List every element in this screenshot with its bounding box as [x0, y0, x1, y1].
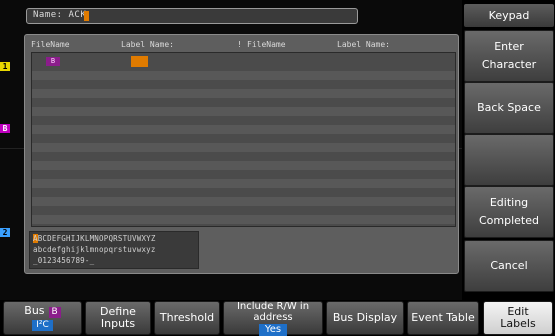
bus-display-button[interactable]: Bus Display	[326, 301, 404, 335]
bus-label: Bus	[24, 304, 45, 317]
event-table-label: Event Table	[411, 311, 475, 324]
label-name-header-2: Label Name:	[337, 40, 390, 49]
bus-display-label: Bus Display	[332, 311, 398, 324]
selected-label-cell[interactable]	[131, 56, 148, 67]
editing-completed-button[interactable]: Editing Completed	[464, 186, 554, 238]
back-space-button[interactable]: Back Space	[464, 82, 554, 134]
list-row	[32, 197, 455, 206]
label-editor-panel: FileName Label Name: ! FileName Label Na…	[24, 34, 459, 274]
list-row	[32, 125, 455, 134]
threshold-label: Threshold	[159, 311, 215, 324]
filename-header-1: FileName	[31, 40, 70, 49]
bus-type-badge: I²C	[32, 320, 53, 331]
scope-screen: 1 B 2 Name: ACK FileName Label Name: ! F…	[0, 0, 462, 300]
bottom-menu: Bus B I²C Define Inputs Threshold Include…	[0, 300, 555, 336]
list-row	[32, 71, 455, 80]
include-rw-label: Include R/W in address	[236, 300, 310, 323]
list-row	[32, 107, 455, 116]
list-row	[32, 143, 455, 152]
event-table-button[interactable]: Event Table	[407, 301, 479, 335]
bus-b-marker: B	[0, 124, 10, 133]
bus-value-badge: B	[48, 307, 61, 318]
label-list[interactable]: B	[31, 52, 456, 227]
include-rw-button[interactable]: Include R/W in address Yes	[223, 300, 323, 336]
column-separator: !	[237, 40, 242, 49]
list-row	[32, 161, 455, 170]
cancel-button[interactable]: Cancel	[464, 240, 554, 292]
label-name-header-1: Label Name:	[121, 40, 174, 49]
keyboard-lowercase-row[interactable]: abcdefghijklmnopqrstuvwxyz	[33, 245, 156, 254]
include-rw-value: Yes	[258, 323, 288, 336]
threshold-button[interactable]: Threshold	[154, 301, 220, 335]
define-inputs-label: Define Inputs	[100, 305, 136, 330]
list-row	[32, 215, 455, 224]
edit-labels-label: Edit Labels	[500, 305, 536, 330]
keypad-title: Keypad	[464, 4, 554, 27]
keyboard-digits-row[interactable]: _0123456789-_	[33, 256, 94, 265]
edit-labels-button[interactable]: Edit Labels	[483, 301, 553, 335]
text-cursor	[84, 11, 89, 21]
filename-header-2: FileName	[247, 40, 286, 49]
side-menu: Keypad Enter Character Back Space Editin…	[463, 0, 555, 300]
channel-1-marker: 1	[0, 62, 10, 71]
bus-button[interactable]: Bus B I²C	[3, 301, 82, 335]
name-field-prefix: Name: ACK	[33, 10, 87, 20]
empty-side-button[interactable]	[464, 134, 554, 186]
keyboard-uppercase-row[interactable]: ABCDEFGHIJKLMNOPQRSTUVWXYZ	[33, 234, 156, 243]
label-name-field[interactable]: Name: ACK	[26, 8, 358, 24]
bus-file-badge[interactable]: B	[46, 57, 60, 66]
define-inputs-button[interactable]: Define Inputs	[85, 301, 151, 335]
list-row	[32, 179, 455, 188]
character-keyboard[interactable]: ABCDEFGHIJKLMNOPQRSTUVWXYZ abcdefghijklm…	[29, 231, 199, 269]
list-row	[32, 89, 455, 98]
enter-character-button[interactable]: Enter Character	[464, 30, 554, 82]
channel-2-marker: 2	[0, 228, 10, 237]
